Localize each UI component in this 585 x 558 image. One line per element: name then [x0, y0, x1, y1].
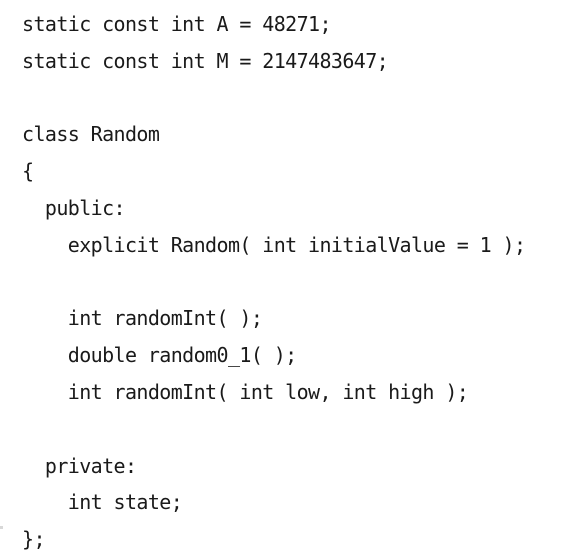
- code-line-private-label: private:: [22, 453, 137, 478]
- code-line-state-member: int state;: [22, 490, 183, 515]
- code-listing: static const int A = 48271; static const…: [22, 6, 582, 558]
- code-line-public-label: public:: [22, 195, 126, 220]
- code-line-open-brace: {: [22, 159, 34, 184]
- code-line-close-brace: };: [22, 527, 45, 552]
- code-line-random0-1: double random0_1( );: [22, 343, 297, 368]
- code-line-random-int-range: int randomInt( int low, int high );: [22, 379, 469, 404]
- code-line-class-declaration: class Random: [22, 122, 160, 147]
- code-line-const-a: static const int A = 48271;: [22, 12, 332, 36]
- code-line-random-int: int randomInt( );: [22, 306, 263, 331]
- code-line-constructor: explicit Random( int initialValue = 1 );: [22, 232, 526, 257]
- code-line-const-m: static const int M = 2147483647;: [22, 48, 389, 73]
